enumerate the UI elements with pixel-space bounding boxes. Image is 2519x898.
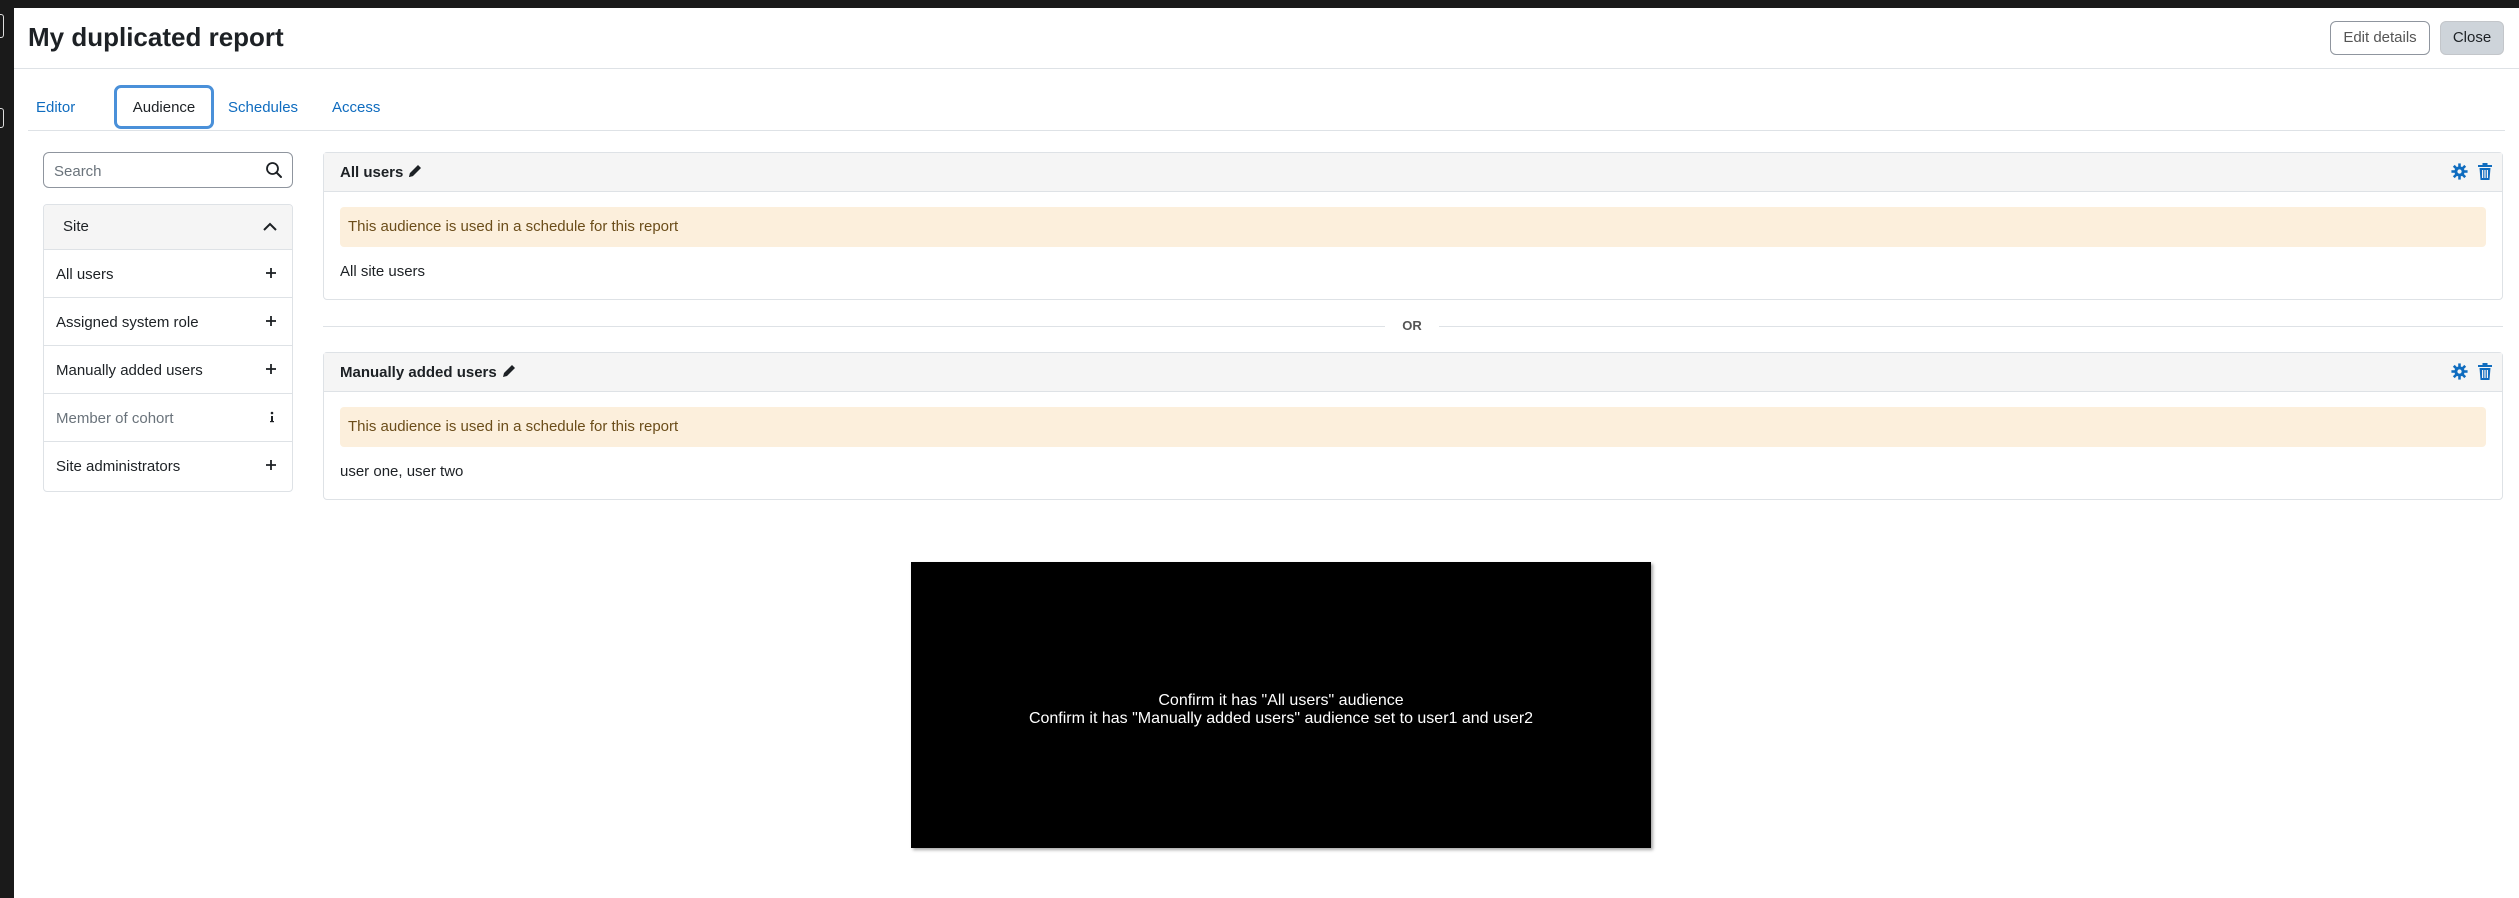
edge-mark <box>0 108 4 128</box>
or-label: OR <box>1402 318 1422 333</box>
tab-audience[interactable]: Audience <box>114 85 214 129</box>
pencil-icon[interactable] <box>501 363 517 379</box>
schedule-notice: This audience is used in a schedule for … <box>340 407 2486 447</box>
audience-description: user one, user two <box>340 463 464 480</box>
gear-icon[interactable] <box>2451 163 2468 180</box>
divider <box>1439 326 2503 327</box>
card-title: All users <box>340 163 423 181</box>
search-box <box>43 152 293 188</box>
card-title: Manually added users <box>340 363 517 381</box>
audience-type-list: Site All users Assigned system role Manu… <box>43 204 293 492</box>
audience-card-all-users: All users This audience is used in a sch… <box>323 152 2503 300</box>
pencil-icon[interactable] <box>407 163 423 179</box>
tab-access[interactable]: Access <box>324 93 388 123</box>
schedule-notice: This audience is used in a schedule for … <box>340 207 2486 247</box>
card-title-text: All users <box>340 164 404 181</box>
close-button[interactable]: Close <box>2440 21 2504 55</box>
tab-schedules[interactable]: Schedules <box>220 93 306 123</box>
audience-card-manually-added-users: Manually added users This audience is us… <box>323 352 2503 500</box>
tab-editor[interactable]: Editor <box>28 93 83 123</box>
card-header: All users <box>324 153 2502 192</box>
notice-text: This audience is used in a schedule for … <box>348 218 679 235</box>
or-separator: OR <box>323 318 2503 334</box>
card-header: Manually added users <box>324 353 2502 392</box>
list-item-member-of-cohort[interactable]: Member of cohort <box>44 394 292 442</box>
search-input[interactable] <box>54 161 254 181</box>
list-item-manually-added-users[interactable]: Manually added users <box>44 346 292 394</box>
list-item-assigned-system-role[interactable]: Assigned system role <box>44 298 292 346</box>
list-item-all-users[interactable]: All users <box>44 250 292 298</box>
list-item-label: Manually added users <box>56 362 203 379</box>
edit-details-button[interactable]: Edit details <box>2330 21 2430 55</box>
notice-text: This audience is used in a schedule for … <box>348 418 679 435</box>
gear-icon[interactable] <box>2451 363 2468 380</box>
edge-mark <box>0 14 4 38</box>
top-edge <box>0 0 2519 8</box>
list-item-site-administrators[interactable]: Site administrators <box>44 442 292 489</box>
overlay-text: Confirm it has "All users" audience Conf… <box>911 692 1651 728</box>
plus-icon[interactable] <box>264 362 278 376</box>
section-label: Site <box>63 218 89 235</box>
trash-icon[interactable] <box>2478 363 2492 380</box>
divider <box>323 326 1385 327</box>
plus-icon[interactable] <box>264 266 278 280</box>
audience-description: All site users <box>340 263 426 280</box>
search-icon[interactable] <box>265 161 283 179</box>
chevron-up-icon <box>263 222 277 231</box>
card-title-text: Manually added users <box>340 364 497 381</box>
list-item-label: Member of cohort <box>56 410 174 427</box>
tab-bar: Editor Audience Schedules Access <box>28 85 2505 131</box>
info-icon[interactable] <box>268 409 276 425</box>
instruction-overlay: Confirm it has "All users" audience Conf… <box>911 562 1651 848</box>
left-edge <box>0 0 14 898</box>
plus-icon[interactable] <box>264 314 278 328</box>
screen: My duplicated report Edit details Close … <box>0 0 2519 898</box>
trash-icon[interactable] <box>2478 163 2492 180</box>
report-page: My duplicated report Edit details Close … <box>14 8 2519 898</box>
list-item-label: Site administrators <box>56 458 181 475</box>
page-header: My duplicated report Edit details Close <box>14 8 2519 69</box>
list-item-label: Assigned system role <box>56 314 199 331</box>
overlay-line-1: Confirm it has "All users" audience <box>1158 692 1404 709</box>
list-item-label: All users <box>56 266 114 283</box>
plus-icon[interactable] <box>264 458 278 472</box>
overlay-line-2: Confirm it has "Manually added users" au… <box>1028 710 1534 727</box>
section-header-site[interactable]: Site <box>44 205 292 250</box>
page-title: My duplicated report <box>28 22 284 52</box>
